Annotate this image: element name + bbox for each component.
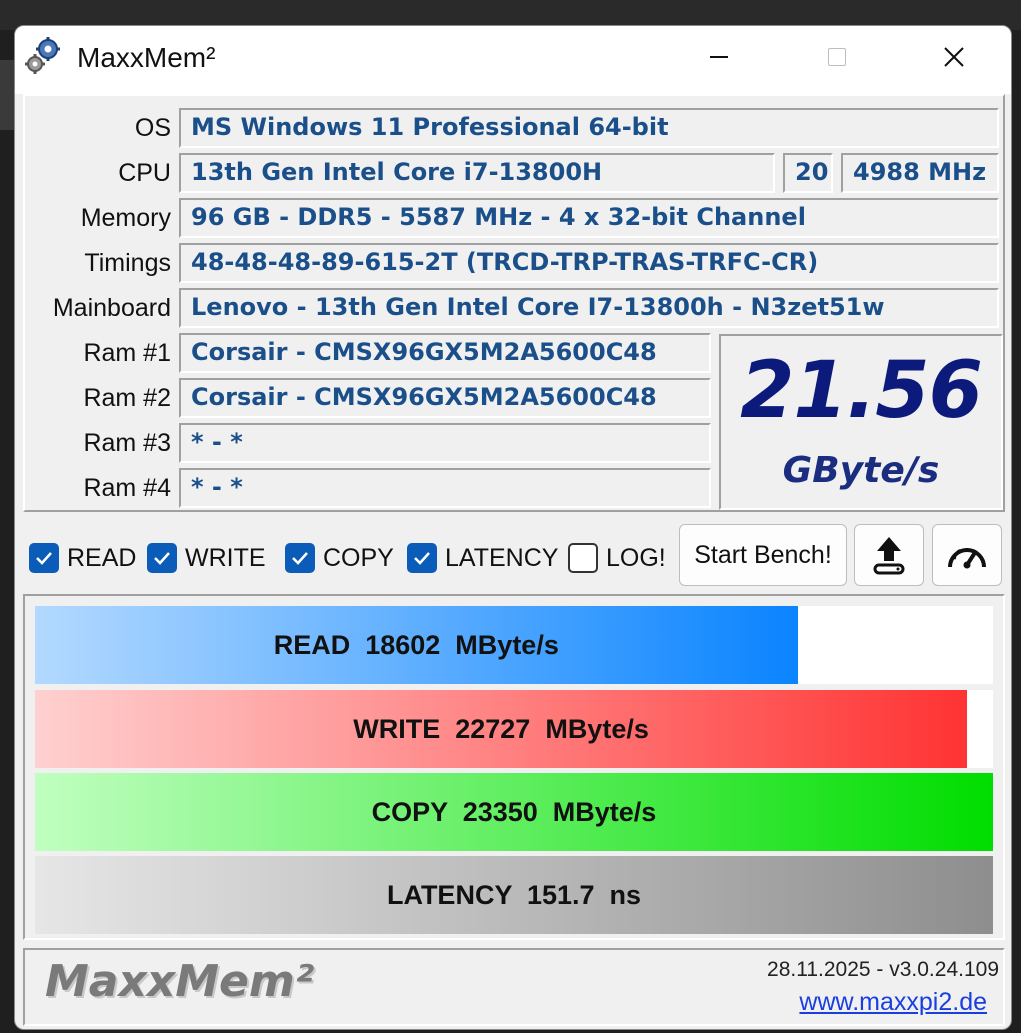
copy-result-track: COPY 23350 MByte/s (35, 773, 993, 851)
results-panel: READ 18602 MByte/s WRITE 22727 MByte/s C… (23, 594, 1005, 940)
checkbox-checked-icon (147, 543, 177, 573)
read-result-track: READ 18602 MByte/s (35, 606, 993, 684)
ram2-label: Ram #2 (83, 384, 171, 412)
checkbox-unchecked-icon (568, 543, 598, 573)
checkbox-checked-icon (285, 543, 315, 573)
latency-result-text: LATENCY 151.7 ns (386, 879, 642, 910)
close-button[interactable] (895, 26, 1011, 88)
os-field: MS Windows 11 Professional 64-bit (179, 108, 999, 148)
gears-icon (25, 37, 60, 74)
controls-row: READ WRITE COPY LATENCY LOG! Start Bench… (15, 524, 1011, 588)
app-logo: MaxxMem² (45, 956, 314, 1007)
log-checkbox-label: LOG! (606, 543, 666, 572)
checkbox-checked-icon (407, 543, 437, 573)
latency-checkbox-label: LATENCY (445, 543, 559, 572)
log-checkbox[interactable]: LOG! (568, 541, 666, 575)
mainboard-field: Lenovo - 13th Gen Intel Core I7-13800h -… (179, 288, 999, 328)
ram1-label: Ram #1 (83, 339, 171, 367)
latency-checkbox[interactable]: LATENCY (407, 541, 558, 575)
close-icon (944, 47, 964, 67)
ram1-field: Corsair - CMSX96GX5M2A5600C48 (179, 333, 711, 373)
window-title: MaxxMem² (77, 42, 216, 73)
write-result-text: WRITE 22727 MByte/s (353, 713, 649, 744)
ram4-field: * - * (179, 468, 711, 508)
system-info-panel: OS MS Windows 11 Professional 64-bit CPU… (23, 94, 1005, 512)
timings-label: Timings (84, 249, 171, 277)
cpu-clock-field: 4988 MHz (841, 153, 999, 193)
copy-result-text: COPY 23350 MByte/s (371, 796, 657, 827)
website-link[interactable]: www.maxxpi2.de (799, 988, 987, 1017)
read-checkbox-label: READ (67, 543, 137, 572)
memory-label: Memory (80, 204, 171, 232)
read-result-text: READ 18602 MByte/s (273, 629, 559, 660)
write-checkbox-label: WRITE (185, 543, 266, 572)
mainboard-label: Mainboard (52, 294, 171, 322)
ram3-field: * - * (179, 423, 711, 463)
footer: MaxxMem² 28.11.2025 - v3.0.24.109 www.ma… (23, 948, 1005, 1026)
speedometer-icon (948, 548, 986, 569)
minimize-icon (710, 56, 728, 58)
ram2-field: Corsair - CMSX96GX5M2A5600C48 (179, 378, 711, 418)
title-bar[interactable]: MaxxMem² (15, 26, 1011, 94)
memory-field: 96 GB - DDR5 - 5587 MHz - 4 x 32-bit Cha… (179, 198, 999, 238)
latency-result-track: LATENCY 151.7 ns (35, 856, 993, 934)
write-checkbox[interactable]: WRITE (147, 541, 266, 575)
timings-field: 48-48-48-89-615-2T (TRCD-TRP-TRAS-TRFC-C… (179, 243, 999, 283)
minimize-button[interactable] (660, 26, 778, 88)
score-unit: GByte/s (782, 450, 940, 491)
speedometer-button[interactable] (932, 524, 1002, 586)
upload-button[interactable] (854, 524, 924, 586)
read-checkbox[interactable]: READ (29, 541, 136, 575)
ram4-label: Ram #4 (83, 474, 171, 502)
version-text: 28.11.2025 - v3.0.24.109 (767, 958, 999, 981)
background-panel (0, 60, 14, 130)
upload-icon (873, 537, 905, 575)
os-label: OS (134, 114, 171, 142)
score-box: 21.56 GByte/s (719, 334, 1003, 510)
copy-checkbox[interactable]: COPY (285, 541, 394, 575)
maximize-icon (828, 48, 846, 66)
start-bench-button[interactable]: Start Bench! (679, 524, 847, 586)
copy-checkbox-label: COPY (323, 543, 394, 572)
app-window: MaxxMem² OS MS Windows 11 Professional 6… (14, 25, 1012, 1030)
ram3-label: Ram #3 (83, 429, 171, 457)
cpu-label: CPU (118, 159, 171, 187)
maximize-button[interactable] (778, 26, 896, 88)
write-result-track: WRITE 22727 MByte/s (35, 690, 993, 768)
cpu-threads-field: 20 (783, 153, 833, 193)
checkbox-checked-icon (29, 543, 59, 573)
cpu-field: 13th Gen Intel Core i7-13800H (179, 153, 775, 193)
score-value: 21.56 (740, 346, 983, 436)
